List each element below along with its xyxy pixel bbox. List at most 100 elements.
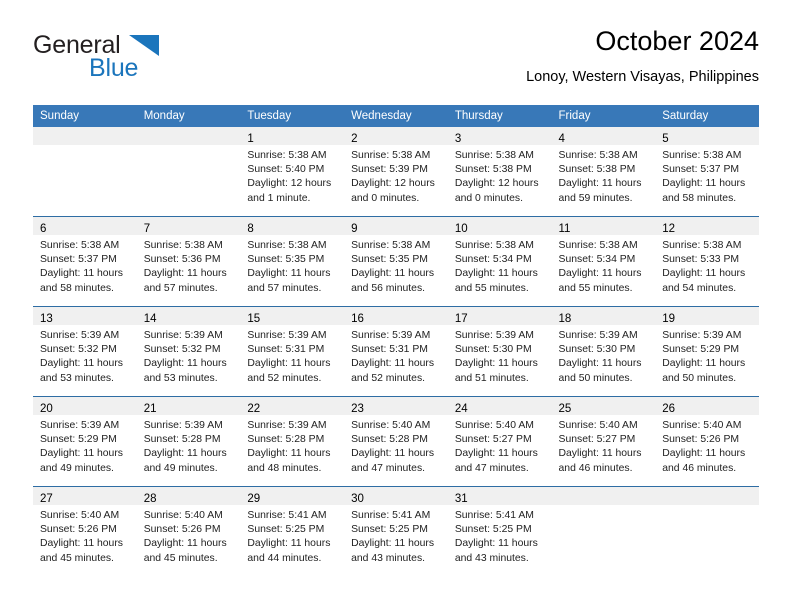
calendar-day-cell[interactable]: 20 Sunrise: 5:39 AM Sunset: 5:29 PM Dayligh… [33, 396, 137, 487]
calendar-week-row: 1 Sunrise: 5:38 AM Sunset: 5:40 PM Daylight… [33, 127, 759, 217]
day-number-band: 22 [240, 397, 345, 415]
daylight-text: Daylight: 11 hours and 50 minutes. [558, 358, 642, 384]
day-number-band: 10 [447, 217, 552, 235]
day-number-band: 13 [33, 307, 137, 325]
calendar-week-row: 20 Sunrise: 5:39 AM Sunset: 5:29 PM Dayligh… [33, 396, 759, 487]
calendar-day-cell[interactable]: 4 Sunrise: 5:38 AM Sunset: 5:38 PM Daylight… [551, 127, 656, 217]
day-cell-content [551, 487, 656, 576]
calendar-day-cell[interactable]: 1 Sunrise: 5:38 AM Sunset: 5:40 PM Daylight… [240, 127, 345, 217]
sunrise-text: Sunrise: 5:38 AM [662, 240, 742, 251]
day-sun-info: Sunrise: 5:38 AM Sunset: 5:34 PM Daylight:… [448, 235, 552, 296]
day-number-band: 5 [655, 127, 759, 145]
daylight-text: Daylight: 11 hours and 55 minutes. [454, 268, 538, 294]
page-subtitle: Lonoy, Western Visayas, Philippines [526, 69, 759, 85]
generalblue-logo: General Blue [33, 32, 213, 90]
sunset-text: Sunset: 5:38 PM [558, 164, 636, 176]
calendar-day-cell[interactable]: 26 Sunrise: 5:40 AM Sunset: 5:26 PM Dayligh… [655, 396, 759, 487]
daylight-text: Daylight: 11 hours and 44 minutes. [247, 538, 331, 564]
calendar-cell-empty [551, 486, 656, 576]
day-number-band: 21 [136, 397, 241, 415]
calendar-day-cell[interactable]: 31 Sunrise: 5:41 AM Sunset: 5:25 PM Dayligh… [447, 486, 552, 576]
calendar-day-cell[interactable]: 13 Sunrise: 5:39 AM Sunset: 5:32 PM Dayligh… [33, 306, 137, 397]
day-number: 16 [351, 313, 364, 325]
sunset-text: Sunset: 5:26 PM [143, 524, 221, 536]
sunrise-text: Sunrise: 5:39 AM [143, 330, 223, 341]
daylight-text: Daylight: 11 hours and 57 minutes. [247, 268, 331, 294]
calendar-day-cell[interactable]: 6 Sunrise: 5:38 AM Sunset: 5:37 PM Daylight… [33, 216, 137, 307]
day-number-band [655, 487, 759, 505]
daylight-text: Daylight: 11 hours and 59 minutes. [558, 178, 642, 204]
day-number: 9 [351, 223, 358, 235]
calendar-cell-empty [33, 127, 137, 217]
day-sun-info: Sunrise: 5:38 AM Sunset: 5:40 PM Daylight:… [240, 145, 344, 206]
day-number: 19 [662, 313, 676, 325]
calendar-day-cell[interactable]: 2 Sunrise: 5:38 AM Sunset: 5:39 PM Daylight… [344, 127, 448, 217]
day-number: 10 [454, 223, 468, 235]
sunrise-text: Sunrise: 5:41 AM [351, 510, 431, 521]
calendar-day-cell[interactable]: 19 Sunrise: 5:39 AM Sunset: 5:29 PM Dayligh… [655, 306, 759, 397]
sunset-text: Sunset: 5:30 PM [454, 344, 532, 356]
weekday-header-saturday: Saturday [655, 105, 759, 127]
calendar-day-cell[interactable]: 16 Sunrise: 5:39 AM Sunset: 5:31 PM Dayligh… [344, 306, 448, 397]
calendar-day-cell[interactable]: 24 Sunrise: 5:40 AM Sunset: 5:27 PM Dayligh… [447, 396, 552, 487]
day-number-band: 8 [240, 217, 345, 235]
sunset-text: Sunset: 5:39 PM [351, 164, 428, 176]
calendar-day-cell[interactable]: 21 Sunrise: 5:39 AM Sunset: 5:28 PM Dayligh… [136, 396, 241, 487]
calendar-day-cell[interactable]: 12 Sunrise: 5:38 AM Sunset: 5:33 PM Dayligh… [655, 216, 759, 307]
day-sun-info: Sunrise: 5:38 AM Sunset: 5:35 PM Daylight:… [344, 235, 448, 296]
sunset-text: Sunset: 5:25 PM [454, 524, 532, 536]
calendar-day-cell[interactable]: 7 Sunrise: 5:38 AM Sunset: 5:36 PM Daylight… [136, 216, 241, 307]
day-sun-info: Sunrise: 5:39 AM Sunset: 5:30 PM Daylight:… [448, 325, 552, 386]
day-cell-content: 22 Sunrise: 5:39 AM Sunset: 5:28 PM Dayligh… [240, 397, 345, 486]
calendar-day-cell[interactable]: 14 Sunrise: 5:39 AM Sunset: 5:32 PM Dayligh… [136, 306, 241, 397]
day-cell-content: 5 Sunrise: 5:38 AM Sunset: 5:37 PM Daylight… [655, 127, 759, 216]
calendar-day-cell[interactable]: 22 Sunrise: 5:39 AM Sunset: 5:28 PM Dayligh… [240, 396, 345, 487]
day-cell-content: 31 Sunrise: 5:41 AM Sunset: 5:25 PM Dayligh… [447, 487, 552, 576]
calendar-day-cell[interactable]: 18 Sunrise: 5:39 AM Sunset: 5:30 PM Dayligh… [551, 306, 656, 397]
day-cell-content: 14 Sunrise: 5:39 AM Sunset: 5:32 PM Dayligh… [136, 307, 241, 396]
day-cell-content: 24 Sunrise: 5:40 AM Sunset: 5:27 PM Dayligh… [447, 397, 552, 486]
calendar-day-cell[interactable]: 11 Sunrise: 5:38 AM Sunset: 5:34 PM Dayligh… [551, 216, 656, 307]
sunset-text: Sunset: 5:40 PM [247, 164, 325, 176]
sunset-text: Sunset: 5:26 PM [40, 524, 117, 536]
calendar-day-cell[interactable]: 5 Sunrise: 5:38 AM Sunset: 5:37 PM Daylight… [655, 127, 759, 217]
calendar-day-cell[interactable]: 23 Sunrise: 5:40 AM Sunset: 5:28 PM Dayligh… [344, 396, 448, 487]
sunrise-text: Sunrise: 5:38 AM [558, 150, 638, 161]
calendar-day-cell[interactable]: 3 Sunrise: 5:38 AM Sunset: 5:38 PM Daylight… [447, 127, 552, 217]
day-cell-content: 6 Sunrise: 5:38 AM Sunset: 5:37 PM Daylight… [33, 217, 137, 306]
weekday-header-monday: Monday [136, 105, 241, 127]
daylight-text: Daylight: 11 hours and 46 minutes. [662, 448, 746, 474]
day-number-band [551, 487, 656, 505]
day-number-band: 18 [551, 307, 656, 325]
day-number: 25 [558, 403, 572, 415]
day-sun-info: Sunrise: 5:39 AM Sunset: 5:29 PM Daylight:… [655, 325, 759, 386]
calendar-day-cell[interactable]: 15 Sunrise: 5:39 AM Sunset: 5:31 PM Dayligh… [240, 306, 345, 397]
calendar-day-cell[interactable]: 8 Sunrise: 5:38 AM Sunset: 5:35 PM Daylight… [240, 216, 345, 307]
day-number-band [136, 127, 241, 145]
daylight-text: Daylight: 11 hours and 50 minutes. [662, 358, 746, 384]
sunrise-text: Sunrise: 5:39 AM [662, 330, 742, 341]
day-cell-content: 28 Sunrise: 5:40 AM Sunset: 5:26 PM Dayligh… [136, 487, 241, 576]
day-number: 12 [662, 223, 676, 235]
day-sun-info: Sunrise: 5:39 AM Sunset: 5:28 PM Daylight:… [137, 415, 241, 476]
day-number-band: 30 [344, 487, 448, 505]
day-sun-info: Sunrise: 5:38 AM Sunset: 5:39 PM Daylight:… [344, 145, 448, 206]
calendar-day-cell[interactable]: 28 Sunrise: 5:40 AM Sunset: 5:26 PM Dayligh… [136, 486, 241, 576]
calendar-day-cell[interactable]: 30 Sunrise: 5:41 AM Sunset: 5:25 PM Dayligh… [344, 486, 448, 576]
sunrise-text: Sunrise: 5:38 AM [351, 150, 431, 161]
day-cell-content: 12 Sunrise: 5:38 AM Sunset: 5:33 PM Dayligh… [655, 217, 759, 306]
calendar-day-cell[interactable]: 25 Sunrise: 5:40 AM Sunset: 5:27 PM Dayligh… [551, 396, 656, 487]
day-sun-info: Sunrise: 5:38 AM Sunset: 5:38 PM Daylight:… [552, 145, 656, 206]
day-number-band: 26 [655, 397, 759, 415]
calendar-day-cell[interactable]: 17 Sunrise: 5:39 AM Sunset: 5:30 PM Dayligh… [447, 306, 552, 397]
calendar-day-cell[interactable]: 29 Sunrise: 5:41 AM Sunset: 5:25 PM Dayligh… [240, 486, 345, 576]
calendar-day-cell[interactable]: 27 Sunrise: 5:40 AM Sunset: 5:26 PM Dayligh… [33, 486, 137, 576]
day-cell-content: 21 Sunrise: 5:39 AM Sunset: 5:28 PM Dayligh… [136, 397, 241, 486]
calendar-day-cell[interactable]: 9 Sunrise: 5:38 AM Sunset: 5:35 PM Daylight… [344, 216, 448, 307]
sunrise-text: Sunrise: 5:39 AM [40, 330, 120, 341]
day-sun-info: Sunrise: 5:41 AM Sunset: 5:25 PM Daylight:… [448, 505, 552, 566]
sunrise-text: Sunrise: 5:40 AM [40, 510, 120, 521]
calendar-day-cell[interactable]: 10 Sunrise: 5:38 AM Sunset: 5:34 PM Dayligh… [447, 216, 552, 307]
daylight-text: Daylight: 11 hours and 52 minutes. [351, 358, 435, 384]
daylight-text: Daylight: 11 hours and 56 minutes. [351, 268, 435, 294]
